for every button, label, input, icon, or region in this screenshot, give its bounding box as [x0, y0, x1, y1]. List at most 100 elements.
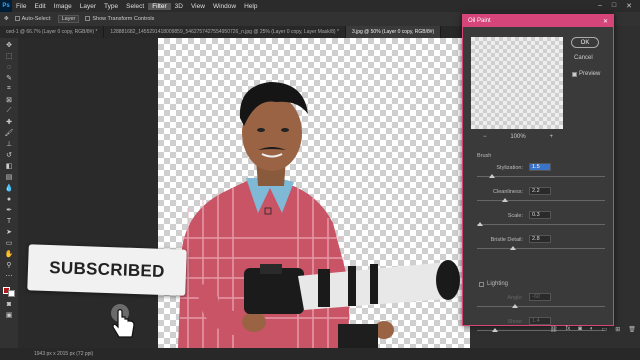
param-value-field[interactable]: 1.5 [529, 163, 551, 171]
frame-tool-icon[interactable]: ⊠ [5, 96, 14, 104]
param-value-field[interactable]: 2.8 [529, 235, 551, 243]
move-tool-icon[interactable]: ✥ [5, 41, 14, 49]
ok-button[interactable]: OK [571, 37, 599, 48]
zoom-tool-icon[interactable]: ⚲ [5, 261, 14, 269]
move-tool-icon[interactable]: ✥ [4, 16, 9, 22]
quick-mask-icon[interactable]: ◙ [5, 300, 14, 308]
marquee-tool-icon[interactable]: ⬚ [5, 52, 14, 60]
brush-heading: Brush [477, 153, 492, 159]
param-value-field[interactable]: -60 [529, 293, 551, 301]
hand-tool-icon[interactable]: ✋ [5, 250, 14, 258]
menu-3d[interactable]: 3D [171, 3, 187, 10]
param-label: Stylization: [496, 165, 523, 171]
param-slider-thumb[interactable] [489, 174, 496, 178]
menu-help[interactable]: Help [240, 3, 261, 10]
window-controls: – □ ✕ [598, 2, 640, 10]
link-icon[interactable]: ⛓ [550, 326, 558, 333]
filter-preview[interactable] [471, 37, 563, 129]
document-tab[interactable]: 128881682_1455291418009859_5462757427554… [104, 26, 346, 38]
preview-zoom: − 100% + [483, 134, 553, 140]
image-canvas[interactable] [158, 38, 470, 348]
auto-select-checkbox[interactable]: Auto-Select: [14, 16, 52, 22]
menu-file[interactable]: File [12, 3, 30, 10]
eraser-tool-icon[interactable]: ◧ [5, 162, 14, 170]
param-row: Stylization: 1.5 [477, 163, 607, 185]
auto-select-label: Auto-Select: [21, 16, 52, 22]
oil-paint-dialog: Oil Paint ✕ − 100% + OK Cancel Preview B… [462, 14, 614, 332]
param-slider-track[interactable] [477, 176, 605, 177]
param-label: Angle: [507, 295, 523, 301]
menu-type[interactable]: Type [100, 3, 122, 10]
param-slider-thumb[interactable] [476, 222, 483, 226]
document-tab[interactable]: 3.jpg @ 50% (Layer 0 copy, RGB/8#) [345, 26, 442, 38]
param-value-field[interactable]: 0.3 [529, 211, 551, 219]
path-select-icon[interactable]: ➤ [5, 228, 14, 236]
param-slider-track[interactable] [477, 224, 605, 225]
history-brush-icon[interactable]: ↺ [5, 151, 14, 159]
minimize-button[interactable]: – [598, 2, 602, 10]
param-value-field[interactable]: 2.2 [529, 187, 551, 195]
layer-select[interactable]: Layer [57, 15, 80, 23]
type-tool-icon[interactable]: T [5, 217, 14, 225]
eyedropper-icon[interactable]: ⟋ [5, 107, 14, 115]
menu-filter[interactable]: Filter [148, 2, 171, 10]
param-row: Bristle Detail: 2.8 [477, 235, 607, 257]
lasso-tool-icon[interactable]: ◌ [5, 63, 14, 71]
mask-icon[interactable]: ◙ [578, 326, 582, 333]
param-slider-thumb[interactable] [509, 246, 516, 250]
param-label: Bristle Detail: [490, 237, 523, 243]
subscribed-text: SUBSCRIBED [49, 257, 166, 282]
status-bar: 1943 px x 2015 px (72 ppi) [0, 348, 640, 360]
adjustment-icon[interactable]: ◐ [590, 326, 594, 333]
preview-checkbox[interactable]: Preview [572, 71, 600, 77]
cancel-button[interactable]: Cancel [574, 55, 593, 61]
param-slider-track[interactable] [477, 200, 605, 201]
menu-window[interactable]: Window [209, 3, 240, 10]
param-slider-thumb[interactable] [512, 304, 519, 308]
close-icon[interactable]: ✕ [603, 18, 608, 25]
background-color-swatch[interactable] [8, 290, 15, 297]
tools-panel: ✥ ⬚ ◌ ✎ ⌗ ⊠ ⟋ ✚ 🖌 ⊥ ↺ ◧ ▤ 💧 ● ✒ T ➤ ▭ ✋ … [0, 38, 18, 348]
maximize-button[interactable]: □ [612, 2, 616, 10]
document-size: 1943 px x 2015 px (72 ppi) [34, 351, 94, 357]
menu-layer[interactable]: Layer [76, 3, 100, 10]
menu-select[interactable]: Select [122, 3, 148, 10]
new-layer-icon[interactable]: ⊞ [615, 326, 620, 333]
param-slider-thumb[interactable] [491, 328, 498, 332]
menu-image[interactable]: Image [50, 3, 76, 10]
menu-view[interactable]: View [187, 3, 209, 10]
document-workspace [18, 38, 470, 348]
gradient-tool-icon[interactable]: ▤ [5, 173, 14, 181]
folder-icon[interactable]: ▭ [602, 326, 608, 333]
dodge-tool-icon[interactable]: ● [5, 195, 14, 203]
menu-bar: Ps File Edit Image Layer Type Select Filter 3D V… [0, 0, 640, 12]
stamp-tool-icon[interactable]: ⊥ [5, 140, 14, 148]
param-slider-track[interactable] [477, 306, 605, 307]
close-window-button[interactable]: ✕ [626, 2, 632, 10]
param-value-field[interactable]: 1.4 [529, 317, 551, 325]
transform-controls-label: Show Transform Controls [92, 16, 155, 22]
menu-edit[interactable]: Edit [30, 3, 49, 10]
document-tab[interactable]: ced-1 @ 66.7% (Layer 0 copy, RGB/8#) * [0, 26, 105, 38]
subscribed-overlay: SUBSCRIBED [27, 244, 187, 296]
trash-icon[interactable]: 🗑 [628, 326, 636, 333]
brush-tool-icon[interactable]: 🖌 [5, 129, 14, 137]
screen-mode-icon[interactable]: ▣ [5, 311, 14, 319]
param-row: Cleanliness: 2.2 [477, 187, 607, 209]
shape-tool-icon[interactable]: ▭ [5, 239, 14, 247]
fx-icon[interactable]: fx [566, 326, 571, 333]
zoom-out-icon[interactable]: − [483, 134, 487, 140]
color-swatches[interactable] [3, 287, 15, 297]
pen-tool-icon[interactable]: ✒ [5, 206, 14, 214]
healing-brush-icon[interactable]: ✚ [5, 118, 14, 126]
quick-select-icon[interactable]: ✎ [5, 74, 14, 82]
param-slider-thumb[interactable] [502, 198, 509, 202]
blur-tool-icon[interactable]: 💧 [5, 184, 14, 192]
param-slider-track[interactable] [477, 248, 605, 249]
crop-tool-icon[interactable]: ⌗ [5, 85, 14, 93]
lighting-checkbox[interactable]: Lighting [479, 281, 508, 287]
transform-controls-checkbox[interactable]: Show Transform Controls [85, 16, 154, 22]
more-tools-icon[interactable]: ⋯ [5, 272, 14, 280]
zoom-level: 100% [510, 134, 526, 140]
zoom-in-icon[interactable]: + [549, 134, 553, 140]
